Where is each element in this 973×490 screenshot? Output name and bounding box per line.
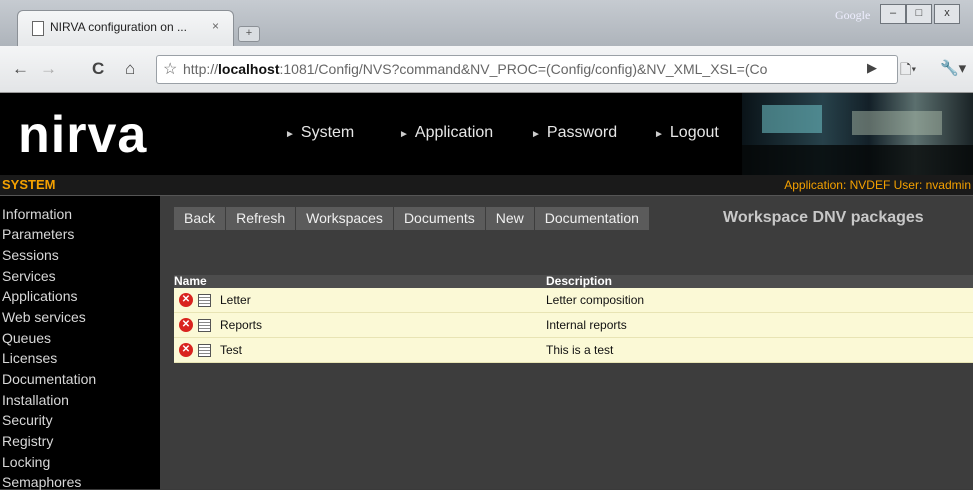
table-row[interactable]: ✕ Letter Letter composition: [174, 288, 973, 313]
maximize-button[interactable]: □: [906, 4, 932, 24]
header-photo: [742, 93, 973, 175]
browser-tabstrip: NIRVA configuration on ... × + Google – …: [0, 0, 973, 47]
table-row[interactable]: ✕ Test This is a test: [174, 338, 973, 363]
home-icon[interactable]: ⌂: [125, 59, 135, 79]
nav-application[interactable]: ► Application: [399, 124, 493, 142]
tab-title: NIRVA configuration on ...: [50, 20, 187, 34]
package-name[interactable]: Letter: [220, 293, 251, 307]
action-toolbar: Back Refresh Workspaces Documents New Do…: [174, 207, 650, 230]
package-description: Letter composition: [546, 293, 645, 307]
package-icon: [198, 319, 211, 332]
minimize-button[interactable]: –: [880, 4, 906, 24]
package-name[interactable]: Reports: [220, 318, 262, 332]
delete-icon[interactable]: ✕: [179, 343, 193, 357]
forward-arrow-icon[interactable]: →: [40, 59, 57, 79]
system-bar: SYSTEM Application: NVDEF User: nvadmin: [0, 175, 973, 196]
sidebar-item-services[interactable]: Services: [2, 268, 56, 284]
documents-button[interactable]: Documents: [393, 207, 486, 230]
reload-icon[interactable]: C: [92, 59, 104, 79]
package-name[interactable]: Test: [220, 343, 242, 357]
window-brand: Google: [835, 8, 871, 22]
address-bar[interactable]: ☆ http://localhost:1081/Config/NVS?comma…: [156, 55, 898, 84]
back-arrow-icon[interactable]: ←: [12, 59, 29, 79]
package-description: This is a test: [546, 343, 614, 357]
workspaces-button[interactable]: Workspaces: [296, 207, 394, 230]
page-title: Workspace DNV packages: [723, 209, 924, 226]
tab-close-icon[interactable]: ×: [212, 19, 219, 33]
application-user-info: Application: NVDEF User: nvadmin: [784, 178, 971, 192]
sidebar-item-queues[interactable]: Queues: [2, 330, 51, 346]
browser-toolbar: ← → C ⌂ ☆ http://localhost:1081/Config/N…: [0, 46, 973, 93]
packages-table: Name Description ✕ Letter Letter composi…: [174, 275, 973, 363]
package-icon: [198, 294, 211, 307]
section-title: SYSTEM: [2, 177, 56, 192]
refresh-button[interactable]: Refresh: [226, 207, 297, 230]
sidebar-item-sessions[interactable]: Sessions: [2, 247, 59, 263]
page-menu-icon[interactable]: 🗋▾: [900, 59, 916, 83]
go-icon[interactable]: ▶: [867, 60, 877, 76]
package-description: Internal reports: [546, 318, 627, 332]
sidebar-item-security[interactable]: Security: [2, 412, 53, 428]
sidebar-item-licenses[interactable]: Licenses: [2, 350, 57, 366]
sidebar-item-parameters[interactable]: Parameters: [2, 226, 74, 242]
back-button[interactable]: Back: [174, 207, 227, 230]
sidebar-item-web-services[interactable]: Web services: [2, 309, 86, 325]
documentation-button[interactable]: Documentation: [534, 207, 650, 230]
sidebar-item-registry[interactable]: Registry: [2, 433, 53, 449]
package-icon: [198, 344, 211, 357]
new-tab-button[interactable]: +: [238, 26, 260, 42]
column-header-name: Name: [174, 274, 207, 288]
sidebar-item-semaphores[interactable]: Semaphores: [2, 474, 81, 490]
page-icon: [32, 21, 44, 36]
nirva-logo: nirva: [18, 106, 148, 164]
delete-icon[interactable]: ✕: [179, 293, 193, 307]
sidebar-item-locking[interactable]: Locking: [2, 454, 50, 470]
main-content: Back Refresh Workspaces Documents New Do…: [160, 196, 973, 489]
wrench-menu-icon[interactable]: 🔧▾: [940, 59, 966, 77]
nav-password[interactable]: ► Password: [531, 124, 617, 142]
sidebar-item-installation[interactable]: Installation: [2, 392, 69, 408]
browser-tab[interactable]: NIRVA configuration on ... ×: [17, 10, 234, 47]
sidebar-item-documentation[interactable]: Documentation: [2, 371, 96, 387]
close-window-button[interactable]: x: [934, 4, 960, 24]
delete-icon[interactable]: ✕: [179, 318, 193, 332]
site-header: nirva ► System ► Application ► Password ► Lo…: [0, 93, 973, 175]
nav-logout[interactable]: ► Logout: [654, 124, 719, 142]
bookmark-star-icon[interactable]: ☆: [163, 59, 177, 79]
url-text: http://localhost:1081/Config/NVS?command…: [183, 61, 768, 77]
sidebar-item-applications[interactable]: Applications: [2, 288, 78, 304]
new-button[interactable]: New: [485, 207, 535, 230]
nav-system[interactable]: ► System: [285, 124, 354, 142]
column-header-description: Description: [546, 274, 613, 288]
sidebar: Information Parameters Sessions Services…: [0, 196, 160, 490]
table-header: Name Description: [174, 275, 973, 288]
sidebar-item-information[interactable]: Information: [2, 206, 72, 222]
table-row[interactable]: ✕ Reports Internal reports: [174, 313, 973, 338]
